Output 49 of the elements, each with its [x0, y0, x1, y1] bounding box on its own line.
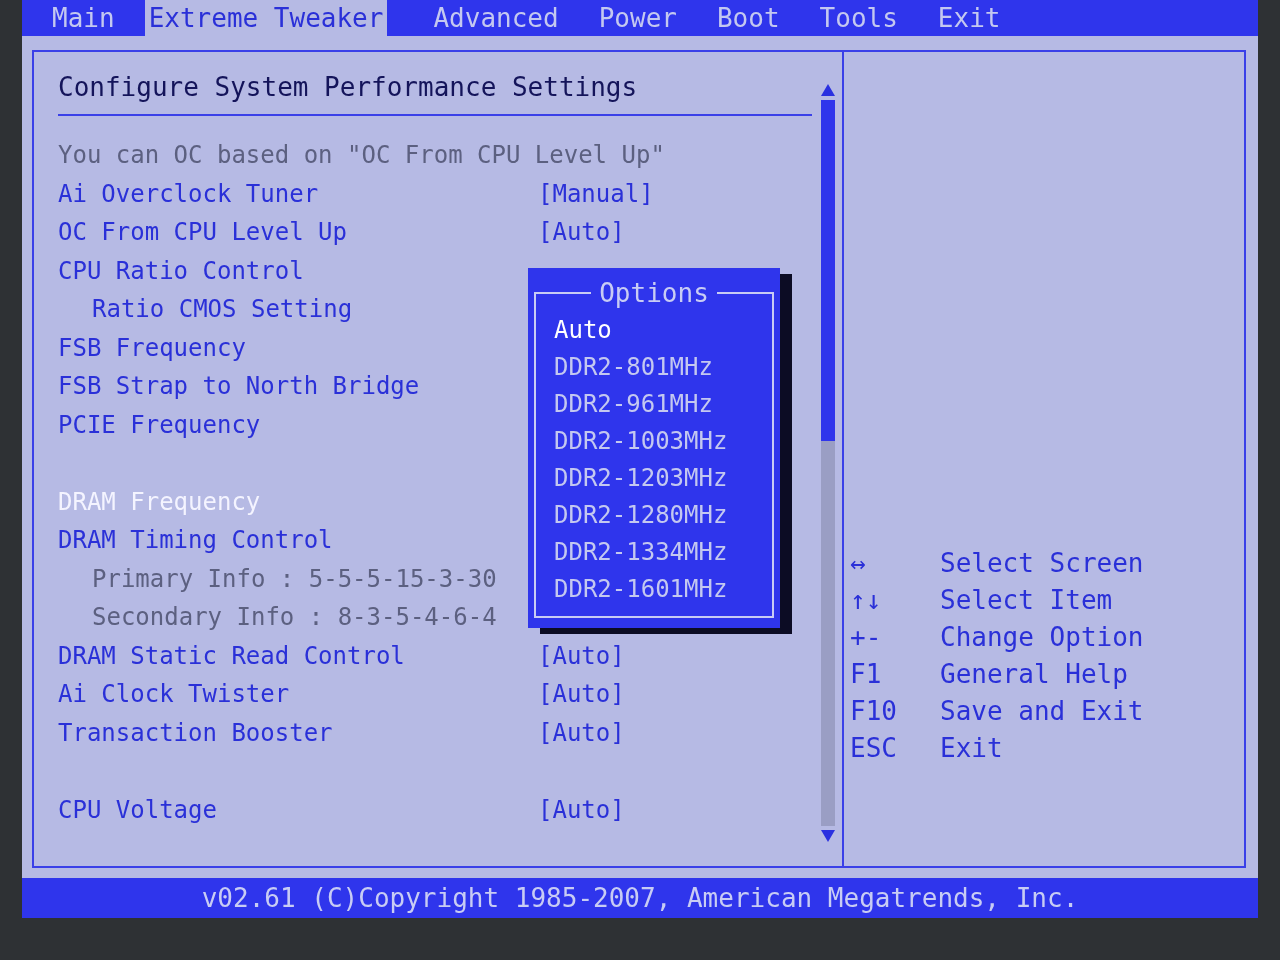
key-description: Change Option — [940, 621, 1144, 652]
info-text: Secondary Info : 8-3-5-4-6-4 — [91, 603, 498, 632]
popup-title: Options — [599, 278, 709, 308]
key-label: F10 — [850, 695, 898, 726]
option-item[interactable]: DDR2-1601MHz — [554, 571, 762, 608]
setting-item[interactable]: CPU Voltage — [58, 795, 538, 824]
option-item[interactable]: DDR2-1334MHz — [554, 534, 762, 571]
setting-value[interactable]: [Manual] — [538, 179, 654, 208]
menu-tab[interactable]: Exit — [927, 0, 1031, 36]
option-item[interactable]: DDR2-1003MHz — [554, 423, 762, 460]
key-description: General Help — [940, 658, 1128, 689]
option-item[interactable]: Auto — [554, 312, 762, 349]
menu-tab[interactable]: Power — [588, 0, 707, 36]
key-description: Select Item — [940, 584, 1113, 615]
copyright-text: v02.61 (C)Copyright 1985-2007, American Megatrends, Inc. — [201, 883, 1079, 913]
menu-tab[interactable]: Main — [42, 0, 145, 36]
key-label: ↔ — [850, 547, 867, 578]
setting-value[interactable]: [Auto] — [538, 641, 625, 670]
info-text: You can OC based on "OC From CPU Level Up" — [58, 141, 665, 170]
scrollbar[interactable] — [820, 84, 836, 842]
menu-tab[interactable]: Tools — [809, 0, 928, 36]
key-label: ↑↓ — [850, 584, 883, 615]
setting-value[interactable]: [Auto] — [538, 218, 625, 247]
option-item[interactable]: DDR2-961MHz — [554, 386, 762, 423]
setting-value[interactable]: [Auto] — [538, 680, 625, 709]
setting-item[interactable]: DRAM Static Read Control — [58, 641, 538, 670]
setting-item[interactable]: Transaction Booster — [58, 718, 538, 747]
menu-tab[interactable]: Advanced — [423, 0, 589, 36]
key-label: +- — [850, 621, 883, 652]
panel-title: Configure System Performance Settings — [58, 72, 639, 104]
option-item[interactable]: DDR2-801MHz — [554, 349, 762, 386]
option-item[interactable]: DDR2-1280MHz — [554, 497, 762, 534]
menu-tab[interactable]: Extreme Tweaker — [144, 0, 388, 36]
scroll-down-icon[interactable] — [821, 830, 835, 842]
key-label: ESC — [850, 732, 898, 763]
info-text: Primary Info : 5-5-5-15-3-30 — [91, 564, 498, 593]
scroll-up-icon[interactable] — [821, 84, 835, 96]
setting-item[interactable]: Ai Overclock Tuner — [58, 179, 538, 208]
option-item[interactable]: DDR2-1203MHz — [554, 460, 762, 497]
scrollbar-thumb[interactable] — [821, 100, 835, 442]
setting-item[interactable]: OC From CPU Level Up — [58, 218, 538, 247]
menu-tab[interactable]: Boot — [706, 0, 810, 36]
key-description: Save and Exit — [940, 695, 1144, 726]
setting-value[interactable]: [Auto] — [538, 718, 625, 747]
key-description: Select Screen — [940, 547, 1144, 578]
setting-item[interactable]: Ai Clock Twister — [58, 680, 538, 709]
key-description: Exit — [940, 732, 1003, 763]
key-label: F1 — [850, 658, 883, 689]
setting-value[interactable]: [Auto] — [538, 795, 625, 824]
